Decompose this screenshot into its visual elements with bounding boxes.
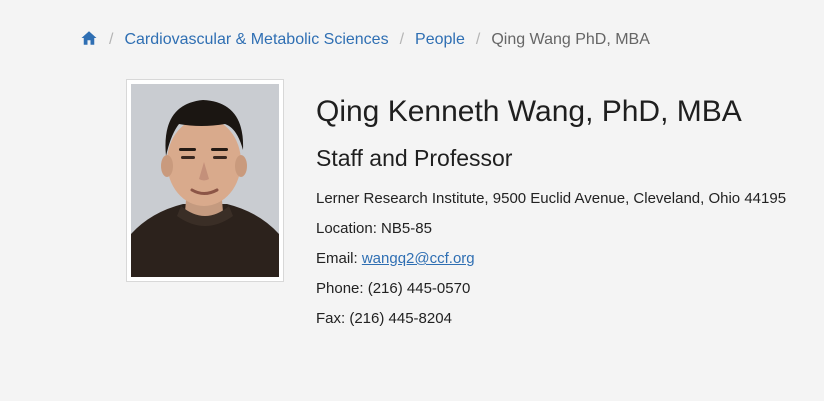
home-icon bbox=[81, 30, 97, 45]
email-link[interactable]: wangq2@ccf.org bbox=[362, 250, 475, 267]
breadcrumb-separator: / bbox=[109, 31, 114, 48]
email-line: Email: wangq2@ccf.org bbox=[316, 244, 816, 274]
phone-label: Phone: bbox=[316, 280, 368, 297]
location-value: NB5-85 bbox=[381, 220, 432, 237]
breadcrumb-separator: / bbox=[475, 31, 481, 48]
email-label: Email: bbox=[316, 250, 362, 267]
breadcrumb-separator: / bbox=[399, 31, 405, 48]
phone-line: Phone: (216) 445-0570 bbox=[316, 274, 816, 304]
fax-value: (216) 445-8204 bbox=[349, 310, 452, 327]
location-line: Location: NB5-85 bbox=[316, 214, 816, 244]
profile-photo bbox=[126, 79, 284, 282]
portrait-photo bbox=[131, 84, 279, 277]
breadcrumb-link-cardiovascular[interactable]: Cardiovascular & Metabolic Sciences bbox=[124, 31, 388, 49]
fax-line: Fax: (216) 445-8204 bbox=[316, 304, 816, 334]
breadcrumb: / Cardiovascular & Metabolic Sciences / … bbox=[80, 28, 650, 52]
phone-value: (216) 445-0570 bbox=[367, 280, 471, 297]
address: Lerner Research Institute, 9500 Euclid A… bbox=[316, 190, 787, 207]
profile-name: Qing Kenneth Wang, PhD, MBA bbox=[316, 95, 742, 128]
home-link[interactable] bbox=[80, 29, 98, 52]
breadcrumb-link-people[interactable]: People bbox=[415, 31, 465, 49]
fax-label: Fax: bbox=[316, 310, 350, 327]
location-label: Location: bbox=[316, 220, 382, 237]
profile-info: Qing Kenneth Wang, PhD, MBA Staff and Pr… bbox=[316, 92, 816, 334]
breadcrumb-current: Qing Wang PhD, MBA bbox=[491, 31, 650, 48]
profile-title: Staff and Professor bbox=[316, 145, 513, 171]
